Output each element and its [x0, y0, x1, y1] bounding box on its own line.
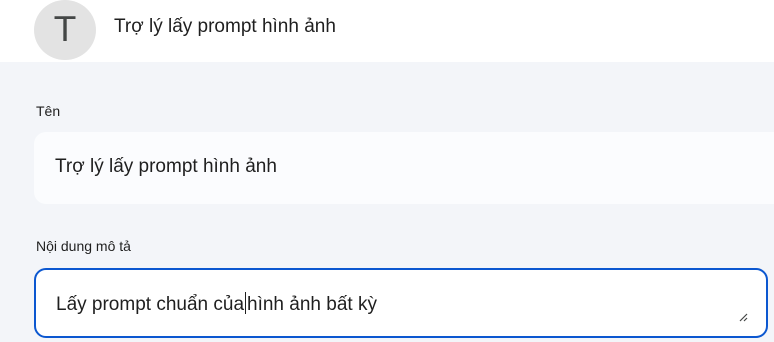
text-caret	[245, 292, 247, 314]
description-textarea[interactable]: Lấy prompt chuẩn của hình ảnh bất kỳ	[34, 268, 768, 338]
description-label: Nội dung mô tả	[36, 238, 131, 254]
name-field[interactable]: Trợ lý lấy prompt hình ảnh	[34, 132, 774, 204]
resize-handle-icon[interactable]	[738, 312, 748, 322]
name-field-value: Trợ lý lấy prompt hình ảnh	[55, 156, 277, 177]
gem-header: T Trợ lý lấy prompt hình ảnh	[0, 0, 774, 62]
description-textarea-value: Lấy prompt chuẩn của hình ảnh bất kỳ	[56, 292, 377, 316]
description-text-after-caret: hình ảnh bất kỳ	[247, 294, 377, 315]
avatar: T	[34, 0, 96, 60]
page-title: Trợ lý lấy prompt hình ảnh	[114, 16, 336, 37]
name-label: Tên	[36, 103, 61, 119]
description-text-before-caret: Lấy prompt chuẩn của	[56, 294, 245, 315]
edit-form-panel: Tên Trợ lý lấy prompt hình ảnh Nội dung …	[0, 62, 774, 342]
